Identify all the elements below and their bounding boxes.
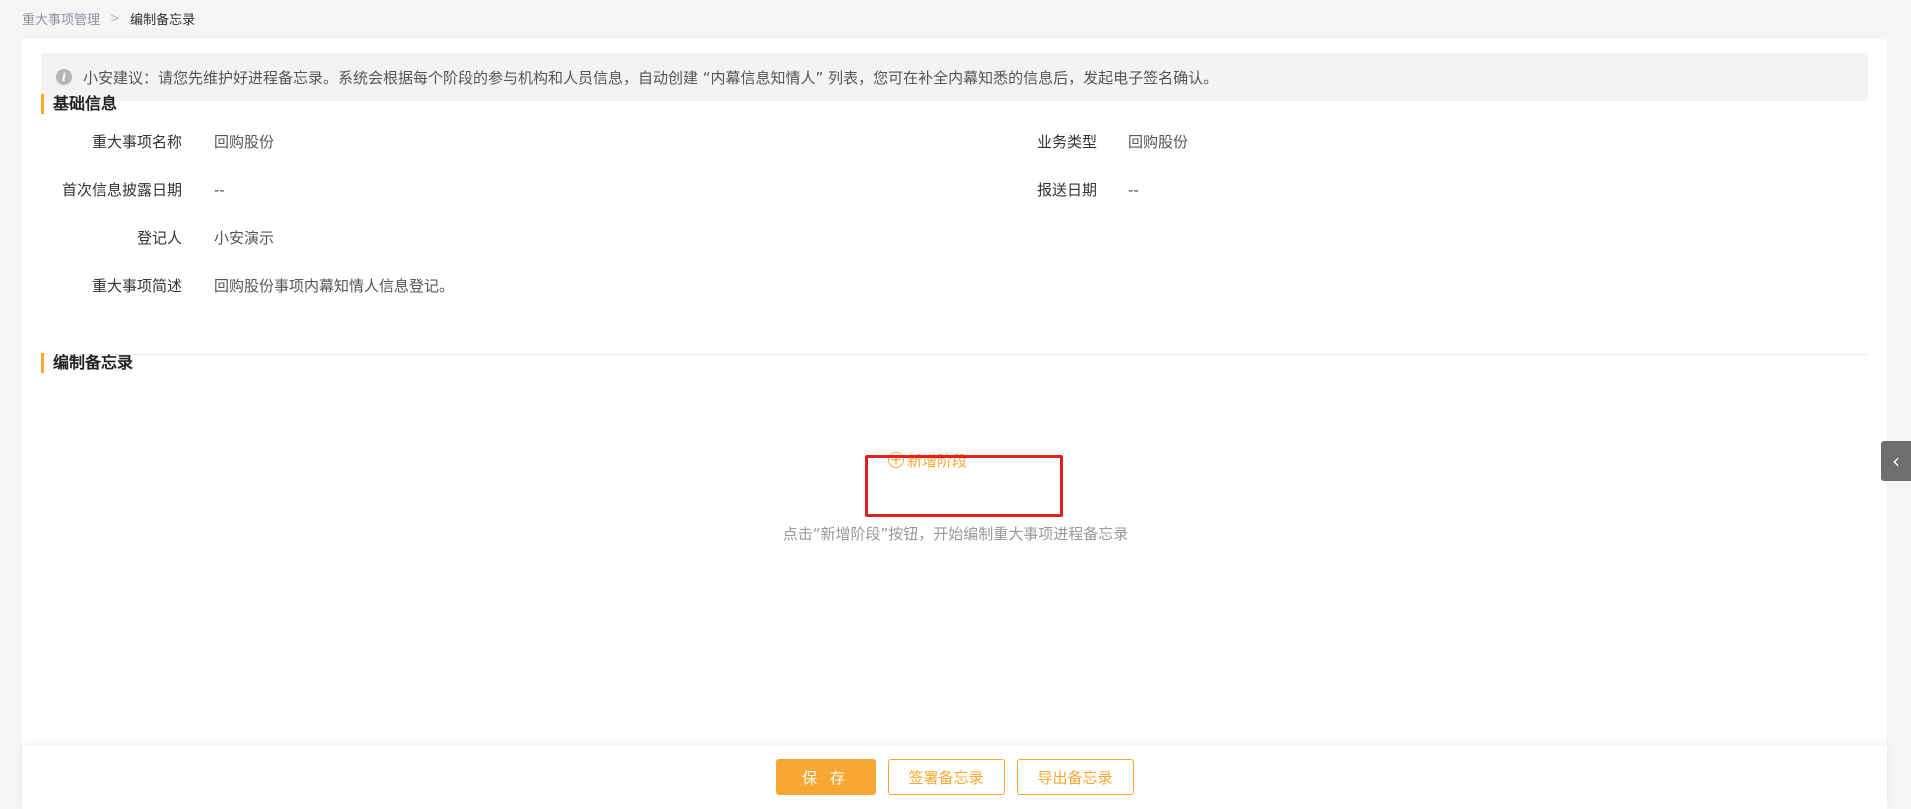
suggestion-tip: i 小安建议：请您先维护好进程备忘录。系统会根据每个阶段的参与机构和人员信息，自… [41, 53, 1868, 101]
event-summary-value: 回购股份事项内幕知情人信息登记。 [214, 277, 455, 295]
export-memo-button[interactable]: 导出备忘录 [1016, 759, 1134, 795]
suggestion-text: 小安建议：请您先维护好进程备忘录。系统会根据每个阶段的参与机构和人员信息，自动创… [83, 68, 1219, 87]
collapse-panel-toggle[interactable]: ‹ [1881, 441, 1911, 481]
business-type-label: 业务类型 [1036, 133, 1097, 151]
breadcrumb: 重大事项管理 > 编制备忘录 [22, 9, 196, 28]
info-icon: i [56, 69, 72, 85]
plus-circle-icon: + [888, 452, 904, 468]
memo-section-title: 编制备忘录 [41, 353, 133, 373]
event-name-value: 回购股份 [214, 133, 275, 151]
breadcrumb-separator-icon: > [110, 11, 121, 25]
registrant-label: 登记人 [136, 229, 182, 247]
submission-date-value: -- [1128, 181, 1139, 199]
first-disclosure-date-value: -- [214, 181, 225, 199]
main-card: i 小安建议：请您先维护好进程备忘录。系统会根据每个阶段的参与机构和人员信息，自… [22, 39, 1887, 809]
registrant-value: 小安演示 [214, 229, 275, 247]
empty-hint: 点击“新增阶段”按钮，开始编制重大事项进程备忘录 [782, 525, 1129, 543]
chevron-left-icon: ‹ [1892, 449, 1900, 473]
breadcrumb-current: 编制备忘录 [130, 12, 196, 28]
section-divider [41, 354, 1868, 355]
submission-date-label: 报送日期 [1036, 181, 1097, 199]
first-disclosure-date-label: 首次信息披露日期 [61, 181, 182, 199]
event-name-label: 重大事项名称 [91, 133, 182, 151]
add-stage-button[interactable]: + 新增阶段 [888, 449, 967, 471]
sign-memo-button[interactable]: 签署备忘录 [887, 759, 1005, 795]
business-type-value: 回购股份 [1128, 133, 1189, 151]
basic-info-title: 基础信息 [41, 94, 117, 114]
save-button[interactable]: 保 存 [775, 759, 876, 795]
action-bar: 保 存 签署备忘录 导出备忘录 [22, 745, 1887, 809]
breadcrumb-parent-link[interactable]: 重大事项管理 [22, 9, 100, 28]
event-summary-label: 重大事项简述 [91, 277, 182, 295]
add-stage-label: 新增阶段 [907, 451, 968, 470]
